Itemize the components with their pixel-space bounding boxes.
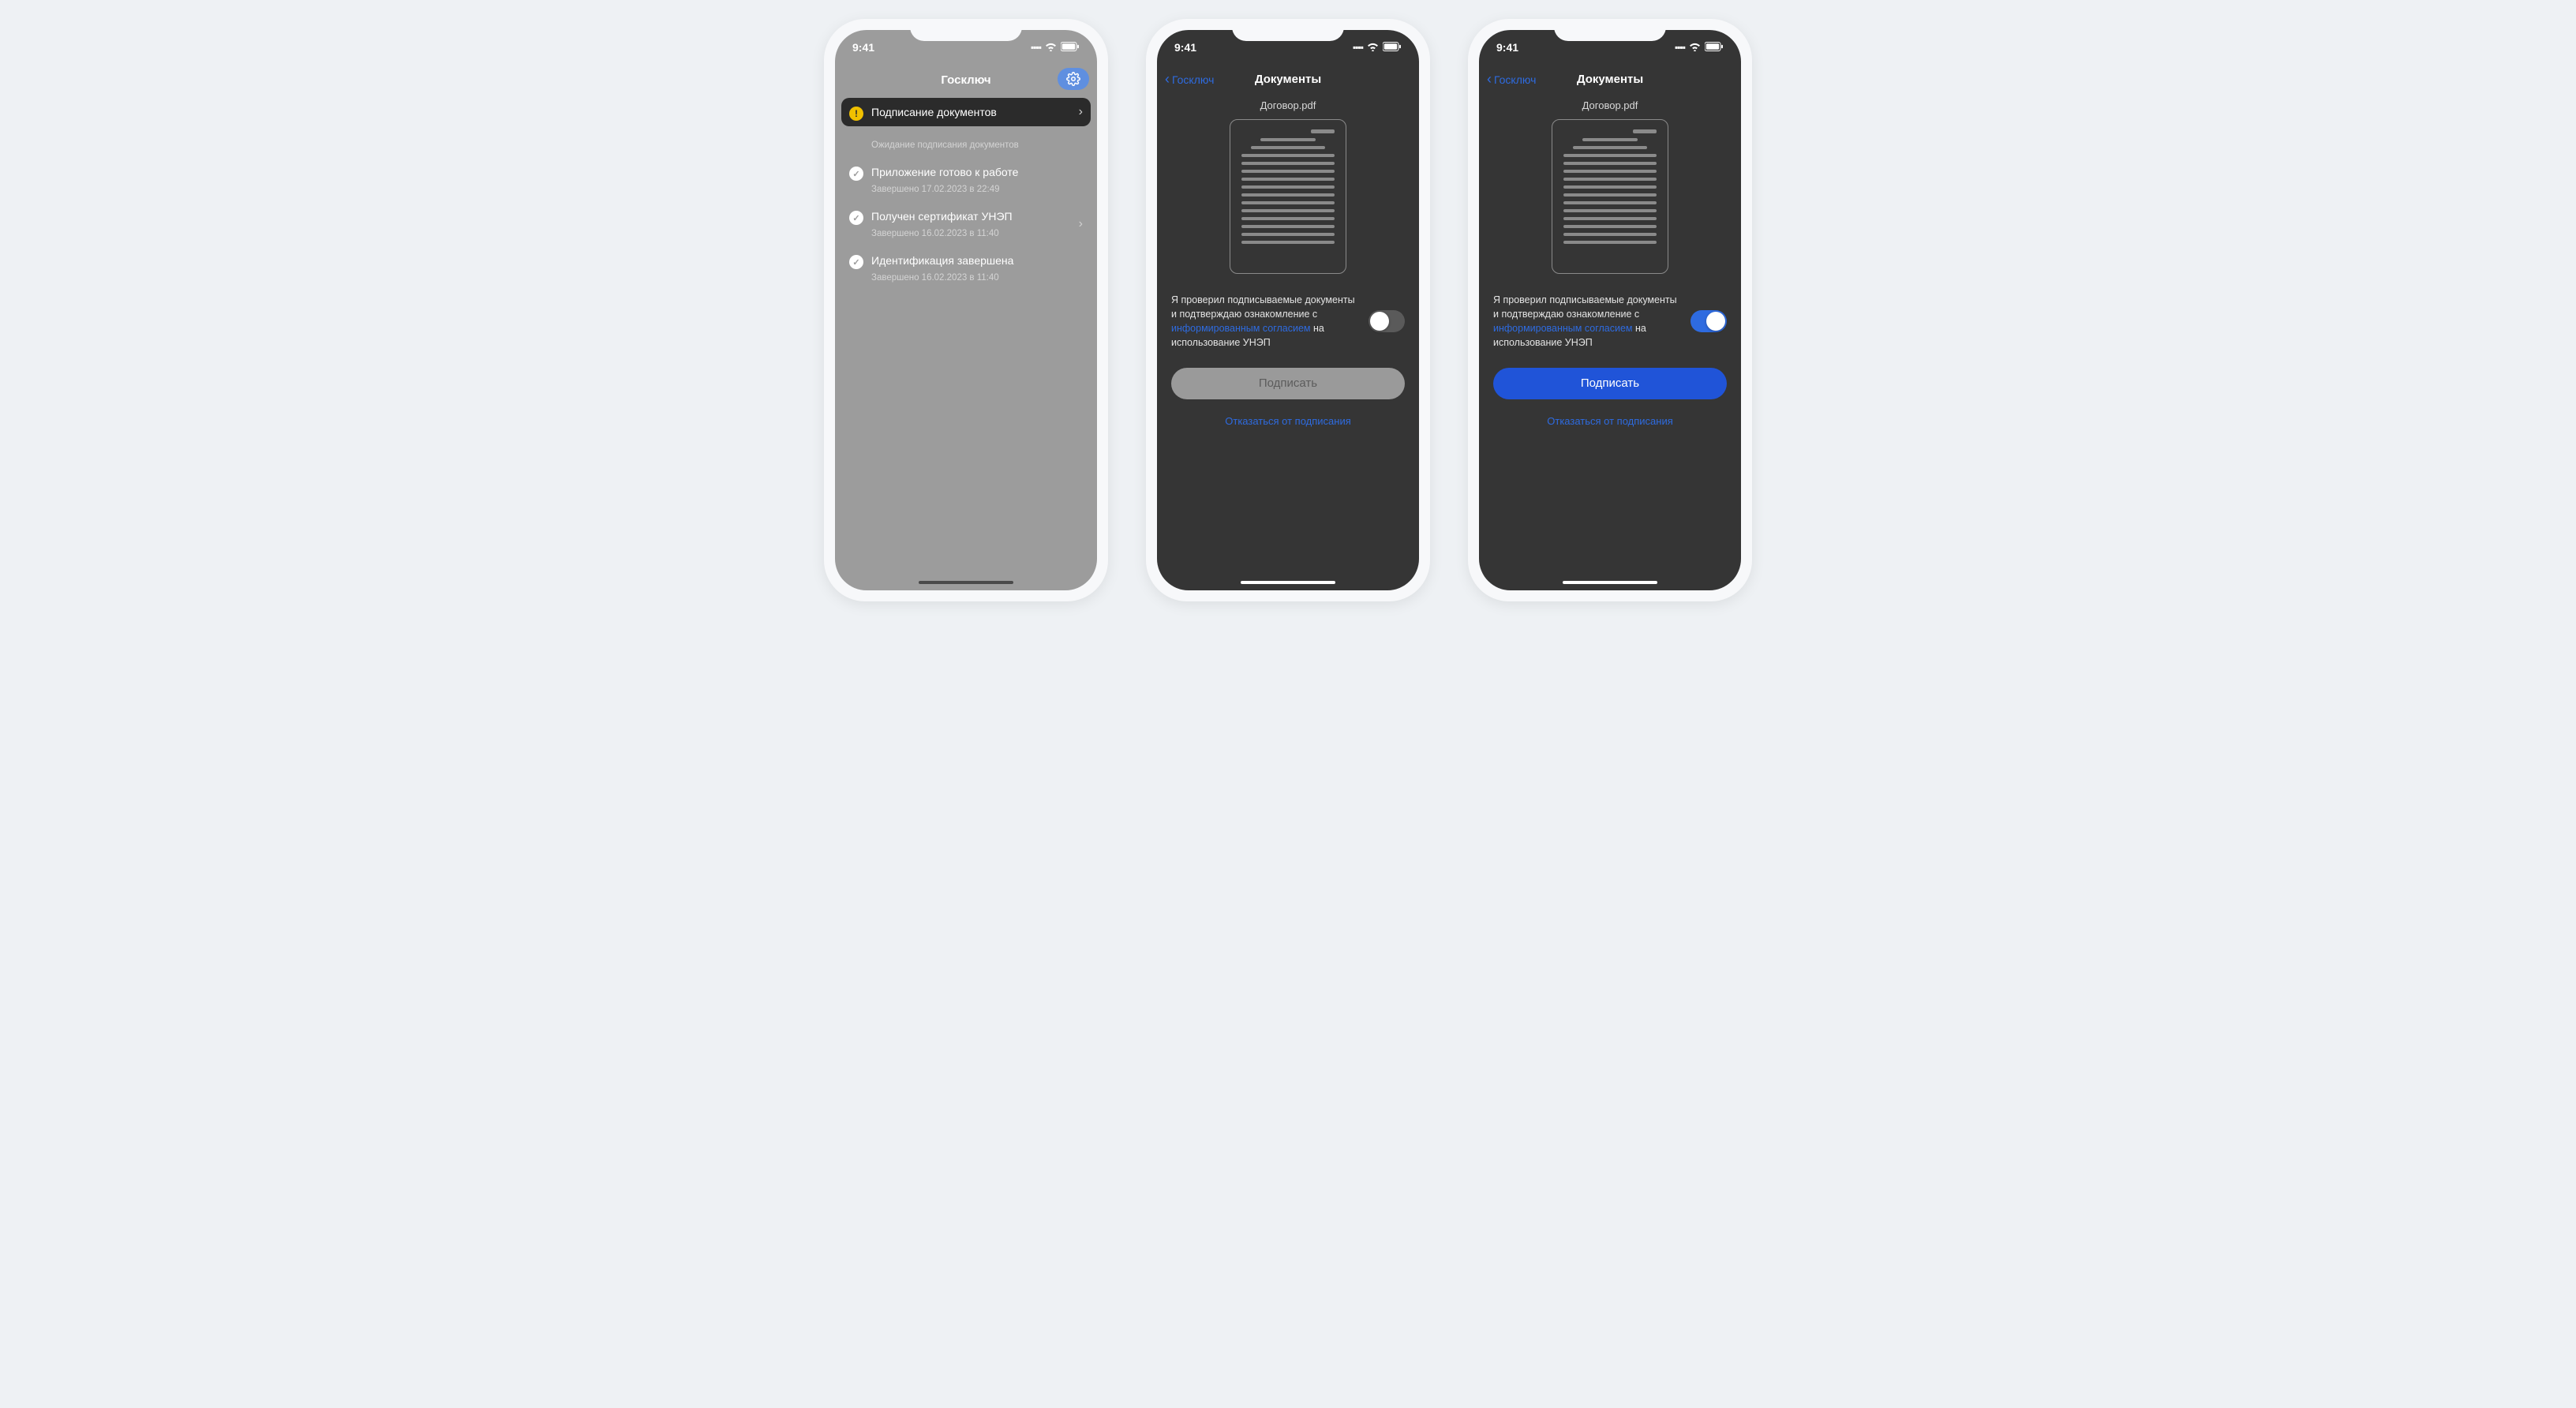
list-item-identification[interactable]: ✓ Идентификация завершена Завершено 16.0… xyxy=(841,246,1091,290)
device-frame-3: 9:41 ▪▪▪▪ ‹ Госключ Документы Договор.pd… xyxy=(1468,19,1752,601)
page-title: Госключ xyxy=(941,73,990,87)
page-title: Документы xyxy=(1255,73,1321,86)
wifi-icon xyxy=(1689,41,1701,54)
device-frame-2: 9:41 ▪▪▪▪ ‹ Госключ Документы Договор.pd… xyxy=(1146,19,1430,601)
list-item-certificate[interactable]: ✓ Получен сертификат УНЭП Завершено 16.0… xyxy=(841,202,1091,246)
consent-text: Я проверил подписываемые документы и под… xyxy=(1493,293,1679,350)
document-filename: Договор.pdf xyxy=(1582,99,1638,111)
list-item-title: Идентификация завершена xyxy=(871,254,1080,267)
gear-icon xyxy=(1066,72,1080,86)
decline-link[interactable]: Отказаться от подписания xyxy=(1225,415,1351,427)
list-item-title: Подписание документов xyxy=(871,106,1080,118)
consent-toggle[interactable] xyxy=(1368,310,1405,332)
nav-bar: ‹ Госключ Документы xyxy=(1157,65,1419,93)
alert-icon: ! xyxy=(849,107,863,121)
notch xyxy=(910,19,1022,41)
list-item: Ожидание подписания документов xyxy=(841,126,1091,158)
back-button[interactable]: ‹ Госключ xyxy=(1487,71,1536,88)
check-icon: ✓ xyxy=(849,211,863,225)
notch xyxy=(1554,19,1666,41)
consent-text: Я проверил подписываемые документы и под… xyxy=(1171,293,1357,350)
battery-icon xyxy=(1383,41,1402,54)
task-list: ! Подписание документов › Ожидание подпи… xyxy=(835,95,1097,294)
list-item-subtitle: Завершено 16.02.2023 в 11:40 xyxy=(871,273,1080,283)
check-icon: ✓ xyxy=(849,167,863,181)
check-icon: ✓ xyxy=(849,255,863,269)
list-item-title: Получен сертификат УНЭП xyxy=(871,210,1080,223)
status-time: 9:41 xyxy=(1496,41,1518,54)
document-thumbnail[interactable] xyxy=(1230,119,1346,274)
signal-icon: ▪▪▪▪ xyxy=(1031,42,1041,53)
content-area: Договор.pdf Я проверил подписываемые док… xyxy=(1479,93,1741,590)
consent-link[interactable]: информированным согласием xyxy=(1493,323,1633,334)
list-item-title: Приложение готово к работе xyxy=(871,166,1080,178)
consent-toggle[interactable] xyxy=(1690,310,1727,332)
sign-button[interactable]: Подписать xyxy=(1171,368,1405,399)
wifi-icon xyxy=(1367,41,1379,54)
nav-bar: ‹ Госключ Документы xyxy=(1479,65,1741,93)
document-thumbnail[interactable] xyxy=(1552,119,1668,274)
status-icons: ▪▪▪▪ xyxy=(1675,41,1724,54)
status-time: 9:41 xyxy=(852,41,874,54)
status-icons: ▪▪▪▪ xyxy=(1353,41,1402,54)
list-item-subtitle: Ожидание подписания документов xyxy=(871,140,1080,150)
back-button[interactable]: ‹ Госключ xyxy=(1165,71,1214,88)
settings-button[interactable] xyxy=(1058,68,1089,90)
list-item-subtitle: Завершено 17.02.2023 в 22:49 xyxy=(871,185,1080,194)
home-indicator[interactable] xyxy=(1563,581,1657,584)
list-item-subtitle: Завершено 16.02.2023 в 11:40 xyxy=(871,229,1080,238)
signal-icon: ▪▪▪▪ xyxy=(1675,42,1685,53)
chevron-left-icon: ‹ xyxy=(1165,71,1170,88)
status-time: 9:41 xyxy=(1174,41,1196,54)
back-label: Госключ xyxy=(1172,73,1214,86)
screen-document-sign-off: 9:41 ▪▪▪▪ ‹ Госключ Документы Договор.pd… xyxy=(1157,30,1419,590)
document-filename: Договор.pdf xyxy=(1260,99,1316,111)
page-title: Документы xyxy=(1577,73,1643,86)
list-item-app-ready[interactable]: ✓ Приложение готово к работе Завершено 1… xyxy=(841,158,1091,202)
notch xyxy=(1232,19,1344,41)
content-area: Договор.pdf Я проверил подписываемые док… xyxy=(1157,93,1419,590)
consent-link[interactable]: информированным согласием xyxy=(1171,323,1311,334)
home-indicator[interactable] xyxy=(919,581,1013,584)
sign-button[interactable]: Подписать xyxy=(1493,368,1727,399)
status-icons: ▪▪▪▪ xyxy=(1031,41,1080,54)
toggle-knob xyxy=(1370,312,1389,331)
device-frame-1: 9:41 ▪▪▪▪ Госключ ! Подписание документо… xyxy=(824,19,1108,601)
screen-document-sign-on: 9:41 ▪▪▪▪ ‹ Госключ Документы Договор.pd… xyxy=(1479,30,1741,590)
signal-icon: ▪▪▪▪ xyxy=(1353,42,1363,53)
screen-goskluch-list: 9:41 ▪▪▪▪ Госключ ! Подписание документо… xyxy=(835,30,1097,590)
consent-row: Я проверил подписываемые документы и под… xyxy=(1493,293,1727,350)
battery-icon xyxy=(1705,41,1724,54)
consent-row: Я проверил подписываемые документы и под… xyxy=(1171,293,1405,350)
home-indicator[interactable] xyxy=(1241,581,1335,584)
back-label: Госключ xyxy=(1494,73,1536,86)
list-item-sign-documents[interactable]: ! Подписание документов › xyxy=(841,98,1091,126)
chevron-left-icon: ‹ xyxy=(1487,71,1492,88)
chevron-right-icon: › xyxy=(1079,217,1083,231)
chevron-right-icon: › xyxy=(1079,105,1083,119)
toggle-knob xyxy=(1706,312,1725,331)
nav-bar: Госключ xyxy=(835,65,1097,95)
wifi-icon xyxy=(1045,41,1057,54)
decline-link[interactable]: Отказаться от подписания xyxy=(1547,415,1673,427)
battery-icon xyxy=(1061,41,1080,54)
